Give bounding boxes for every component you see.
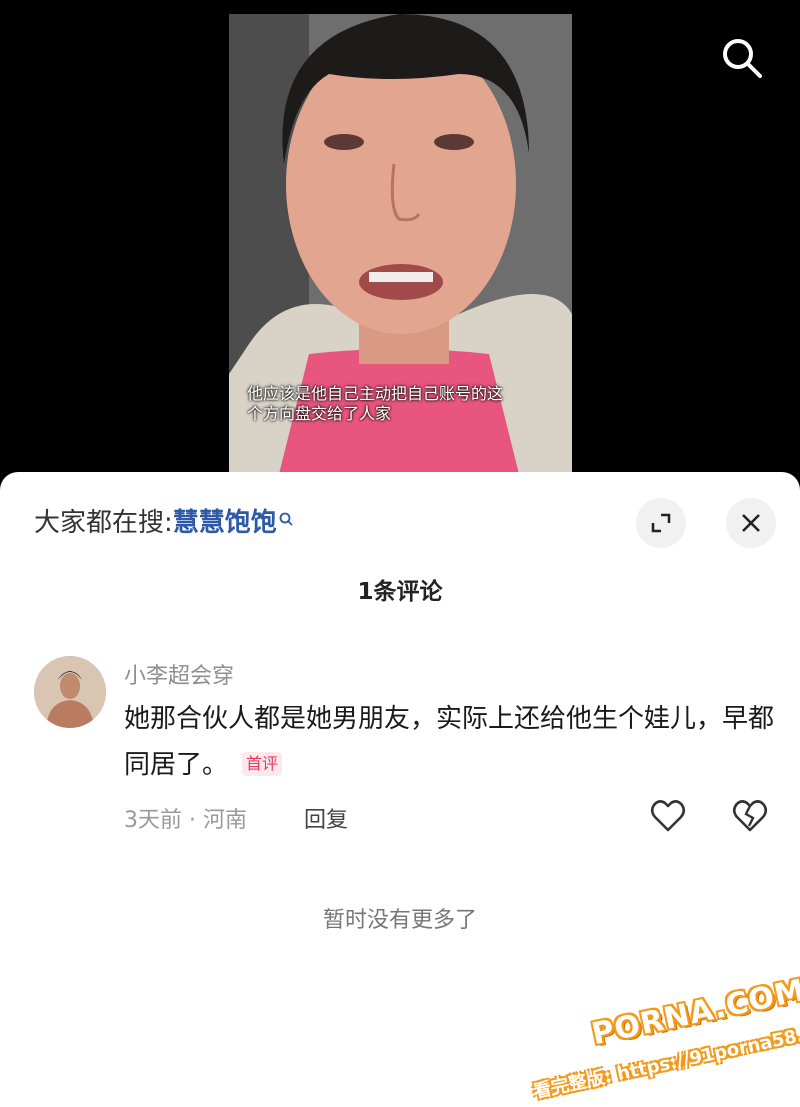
reply-button[interactable]: 回复 bbox=[304, 802, 348, 834]
first-comment-badge: 首评 bbox=[242, 752, 283, 776]
comment-meta: 3天前 · 河南 bbox=[124, 808, 247, 833]
comment-item: 小李超会穿 她那合伙人都是她男朋友，实际上还给他生个娃儿，早都同居了。 首评 3天… bbox=[0, 652, 800, 852]
avatar[interactable] bbox=[34, 656, 106, 728]
comment-count-title: 1条评论 bbox=[357, 579, 443, 605]
close-icon bbox=[742, 514, 760, 532]
comment-text: 她那合伙人都是她男朋友，实际上还给他生个娃儿，早都同居了。 首评 bbox=[124, 696, 774, 788]
subtitle-line-1: 他应该是他自己主动把自己账号的这 bbox=[247, 384, 504, 403]
search-suggestion-term[interactable]: 慧慧饱饱 bbox=[173, 506, 277, 540]
watermark: PORNA.COM 看完整版: https://91porna58.com bbox=[530, 973, 800, 1107]
comment-body: 她那合伙人都是她男朋友，实际上还给他生个娃儿，早都同居了。 bbox=[124, 704, 775, 780]
video-subtitle: 他应该是他自己主动把自己账号的这 个方向盘交给了人家 bbox=[229, 384, 572, 424]
like-button[interactable] bbox=[648, 796, 688, 836]
small-search-icon bbox=[279, 512, 293, 526]
dislike-button[interactable] bbox=[730, 796, 770, 836]
avatar-image bbox=[34, 656, 106, 728]
expand-button[interactable] bbox=[636, 498, 686, 548]
expand-icon bbox=[651, 513, 671, 533]
sheet-header: 大家都在搜: 慧慧饱饱 bbox=[0, 472, 800, 572]
close-button[interactable] bbox=[726, 498, 776, 548]
video-area[interactable]: 他应该是他自己主动把自己账号的这 个方向盘交给了人家 bbox=[0, 0, 800, 490]
heart-icon bbox=[650, 800, 686, 832]
no-more-text: 暂时没有更多了 bbox=[322, 908, 477, 933]
search-suggestion-prefix: 大家都在搜: bbox=[34, 508, 173, 538]
subtitle-line-2: 个方向盘交给了人家 bbox=[247, 404, 392, 423]
comment-username[interactable]: 小李超会穿 bbox=[124, 658, 234, 690]
search-icon bbox=[723, 39, 762, 78]
broken-heart-icon bbox=[732, 800, 768, 832]
search-button[interactable] bbox=[718, 34, 766, 82]
video-frame[interactable]: 他应该是他自己主动把自己账号的这 个方向盘交给了人家 bbox=[229, 14, 572, 474]
search-suggestion[interactable]: 大家都在搜: 慧慧饱饱 bbox=[34, 506, 293, 540]
